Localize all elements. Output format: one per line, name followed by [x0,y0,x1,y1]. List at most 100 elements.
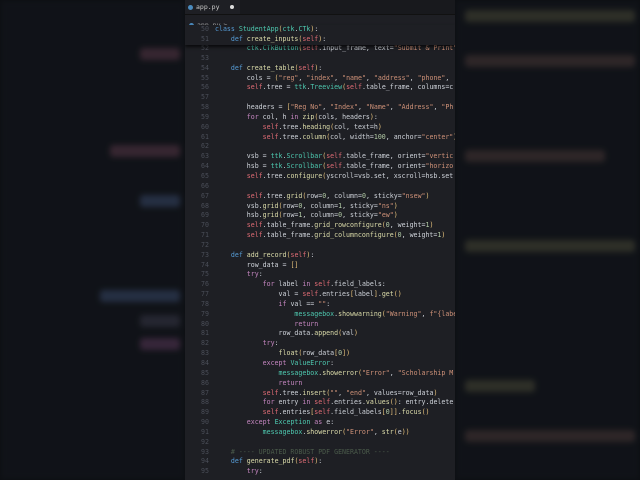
line-number: 80 [201,319,209,328]
code-lines[interactable]: 52 ctk.CTkButton(self.input_frame, text=… [185,44,455,477]
code-line[interactable]: 61 self.tree.column(col, width=100, anch… [185,133,455,143]
line-number: 72 [201,240,209,249]
line-text: messagebox.showerror("Error", "Scholarsh… [278,368,454,377]
code-line[interactable]: 62 [185,142,455,152]
code-line[interactable]: 52 ctk.CTkButton(self.input_frame, text=… [185,44,455,54]
line-number: 63 [201,152,209,161]
line-number: 85 [201,368,209,377]
line-text: for entry in self.entries.values(): entr… [262,398,454,407]
code-line[interactable]: 71 self.table_frame.grid_columnconfigure… [185,231,455,241]
blurred-background-left [0,0,185,480]
line-number: 68 [201,201,209,210]
code-line[interactable]: 74 row_data = [] [185,261,455,271]
line-text: cols = ("reg", "index", "name", "address… [215,73,454,82]
line-number: 94 [201,457,209,466]
line-number: 79 [201,309,209,318]
line-text: self.tree.grid(row=0, column=0, sticky="… [246,191,430,200]
code-line[interactable]: 82 try: [185,339,455,349]
code-line[interactable]: 60 self.tree.heading(col, text=h) [185,123,455,133]
code-line[interactable]: 91 messagebox.showerror("Error", str(e)) [185,428,455,438]
python-file-icon [188,4,193,10]
tab-bar: app.py [185,0,455,15]
line-text: try: [246,270,263,279]
code-line[interactable]: 59 for col, h in zip(cols, headers): [185,113,455,123]
code-line[interactable]: 83 float(row_data[0]) [185,349,455,359]
line-text: self.tree.insert("", "end", values=row_d… [262,388,438,397]
code-line[interactable]: 56 self.tree = ttk.Treeview(self.table_f… [185,83,455,93]
line-number: 84 [201,359,209,367]
line-number: 55 [201,73,209,82]
line-number: 59 [201,112,209,121]
code-line[interactable]: 87 self.tree.insert("", "end", values=ro… [185,389,455,399]
tab-app-py[interactable]: app.py [185,0,240,14]
line-number: 74 [201,260,209,269]
line-number: 77 [201,290,209,299]
line-number: 71 [201,231,209,240]
code-line[interactable]: 84 except ValueError: [185,359,455,369]
code-line[interactable]: 77 val = self.entries[label].get() [185,290,455,300]
code-line[interactable]: 69 hsb.grid(row=1, column=0, sticky="ew"… [185,211,455,221]
line-number: 66 [201,181,209,190]
line-text: for col, h in zip(cols, headers): [246,112,378,121]
code-line[interactable]: 93 # ---- UPDATED ROBUST PDF GENERATOR -… [185,448,455,458]
line-text: self.tree.configure(yscroll=vsb.set, xsc… [246,171,454,180]
line-text: try: [262,339,279,348]
code-editor[interactable]: app.py app.py > ... 50class StudentApp(c… [185,0,455,480]
line-text: # ---- UPDATED ROBUST PDF GENERATOR ---- [215,447,390,456]
line-text: for label in self.field_labels: [262,280,386,289]
code-line[interactable]: 81 row_data.append(val) [185,329,455,339]
code-line[interactable]: 76 for label in self.field_labels: [185,280,455,290]
line-number: 65 [201,171,209,180]
line-number: 75 [201,270,209,279]
unsaved-dot-icon[interactable] [230,5,234,9]
line-number: 58 [201,103,209,112]
line-text: return [294,319,319,328]
line-text: self.tree.column(col, width=100, anchor=… [262,132,455,141]
code-line[interactable]: 80 return [185,320,455,330]
code-line[interactable]: 51 def create_inputs(self): [185,35,455,45]
line-text: row_data.append(val) [215,329,358,338]
line-text: messagebox.showwarning("Warning", f"{lab… [294,309,455,318]
code-line[interactable]: 50 class StudentApp(ctk.CTk): [185,25,455,35]
code-line[interactable]: 54 def create_table(self): [185,64,455,74]
line-number: 60 [201,122,209,131]
code-line[interactable]: 70 self.table_frame.grid_rowconfigure(0,… [185,221,455,231]
code-line[interactable]: 66 [185,182,455,192]
code-line[interactable]: 95 try: [185,467,455,477]
code-line[interactable]: 53 [185,54,455,64]
line-text: except ValueError: [262,359,335,367]
code-line[interactable]: 55 cols = ("reg", "index", "name", "addr… [185,74,455,84]
line-number: 93 [201,447,209,456]
code-line[interactable]: 79 messagebox.showwarning("Warning", f"{… [185,310,455,320]
line-text: self.entries[self.field_labels[0]].focus… [262,408,430,417]
code-line[interactable]: 94 def generate_pdf(self): [185,457,455,467]
tab-label: app.py [196,3,220,11]
line-number: 89 [201,408,209,417]
code-line[interactable]: 67 self.tree.grid(row=0, column=0, stick… [185,192,455,202]
code-line[interactable]: 57 [185,93,455,103]
line-text: self.tree.heading(col, text=h) [262,122,382,131]
code-line[interactable]: 73 def add_record(self): [185,251,455,261]
sticky-scroll-header[interactable]: 50 class StudentApp(ctk.CTk): 51 def creat… [185,25,455,45]
line-number: 53 [201,53,209,62]
code-line[interactable]: 63 vsb = ttk.Scrollbar(self.table_frame,… [185,152,455,162]
code-line[interactable]: 86 return [185,379,455,389]
code-line[interactable]: 58 headers = ["Reg No", "Index", "Name",… [185,103,455,113]
code-line[interactable]: 90 except Exception as e: [185,418,455,428]
line-text: vsb = ttk.Scrollbar(self.table_frame, or… [215,152,454,161]
line-number: 90 [201,418,209,427]
code-line[interactable]: 78 if val == "": [185,300,455,310]
line-text: class StudentApp(ctk.CTk): [215,25,319,33]
code-line[interactable]: 64 hsb = ttk.Scrollbar(self.table_frame,… [185,162,455,172]
line-text: self.tree = ttk.Treeview(self.table_fram… [246,83,454,92]
code-line[interactable]: 65 self.tree.configure(yscroll=vsb.set, … [185,172,455,182]
code-line[interactable]: 92 [185,438,455,448]
code-line[interactable]: 68 vsb.grid(row=0, column=1, sticky="ns"… [185,202,455,212]
code-line[interactable]: 85 messagebox.showerror("Error", "Schola… [185,369,455,379]
code-line[interactable]: 89 self.entries[self.field_labels[0]].fo… [185,408,455,418]
line-text: self.table_frame.grid_columnconfigure(0,… [246,231,446,240]
code-line[interactable]: 88 for entry in self.entries.values(): e… [185,398,455,408]
line-text: headers = ["Reg No", "Index", "Name", "A… [215,103,454,112]
code-line[interactable]: 75 try: [185,270,455,280]
code-line[interactable]: 72 [185,241,455,251]
